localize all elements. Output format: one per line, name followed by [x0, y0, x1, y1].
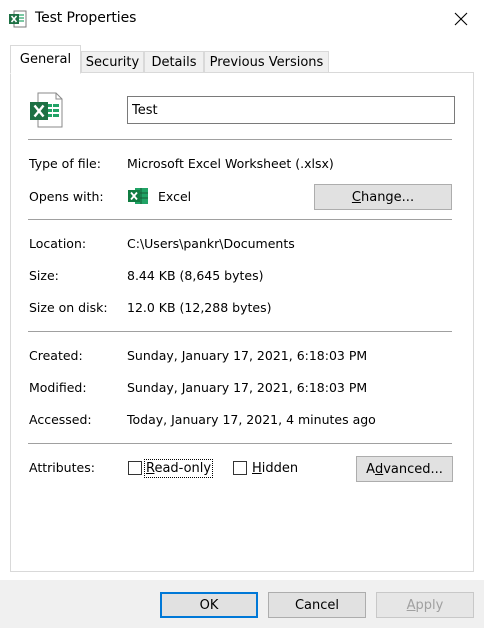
- read-only-label[interactable]: Read-only: [143, 459, 214, 478]
- read-only-text: ead-only: [154, 461, 212, 476]
- change-label: hange...: [360, 189, 415, 205]
- hidden-mnemonic: H: [252, 461, 262, 476]
- separator: [28, 139, 452, 140]
- attributes-label: Attributes:: [29, 460, 95, 475]
- ok-button[interactable]: OK: [160, 592, 258, 618]
- hidden-text: idden: [261, 461, 299, 476]
- file-name-input[interactable]: [127, 96, 455, 124]
- apply-button[interactable]: Apply: [376, 592, 474, 618]
- general-panel: [10, 72, 474, 572]
- hidden-checkbox[interactable]: [233, 461, 247, 475]
- tab-previous-versions[interactable]: Previous Versions: [204, 51, 329, 72]
- advanced-button[interactable]: Ad vanced...: [356, 456, 453, 482]
- modified-value: Sunday, January 17, 2021, 6:18:03 PM: [127, 380, 368, 395]
- advanced-a: A: [366, 461, 375, 477]
- modified-label: Modified:: [29, 380, 87, 395]
- advanced-mnemonic: d: [374, 461, 384, 477]
- apply-mnemonic: A: [406, 597, 416, 613]
- size-label: Size:: [29, 268, 59, 283]
- size-on-disk-value: 12.0 KB (12,288 bytes): [127, 300, 272, 315]
- hidden-label[interactable]: Hidden: [252, 461, 298, 476]
- type-label: Type of file:: [29, 156, 101, 171]
- opens-with-app: Excel: [158, 189, 192, 204]
- close-icon: [454, 12, 468, 26]
- tab-details[interactable]: Details: [144, 51, 204, 72]
- accessed-value: Today, January 17, 2021, 4 minutes ago: [127, 412, 376, 427]
- separator: [28, 219, 452, 220]
- size-on-disk-label: Size on disk:: [29, 300, 108, 315]
- change-mnemonic: C: [351, 189, 361, 205]
- opens-with-label: Opens with:: [29, 189, 104, 204]
- advanced-text: vanced...: [383, 461, 443, 477]
- excel-icon: [128, 188, 148, 204]
- excel-icon: [9, 10, 27, 28]
- window-title: Test Properties: [35, 10, 137, 26]
- size-value: 8.44 KB (8,645 bytes): [127, 268, 264, 283]
- separator: [28, 331, 452, 332]
- created-label: Created:: [29, 348, 83, 363]
- location-label: Location:: [29, 236, 87, 251]
- created-value: Sunday, January 17, 2021, 6:18:03 PM: [127, 348, 368, 363]
- location-value: C:\Users\pankr\Documents: [127, 236, 295, 251]
- tab-general[interactable]: General: [10, 45, 81, 74]
- type-value: Microsoft Excel Worksheet (.xlsx): [127, 156, 334, 171]
- apply-label: pply: [415, 597, 444, 613]
- excel-file-icon: [30, 92, 63, 128]
- cancel-button[interactable]: Cancel: [268, 592, 366, 618]
- tab-security[interactable]: Security: [81, 51, 144, 72]
- close-button[interactable]: [438, 0, 484, 38]
- accessed-label: Accessed:: [29, 412, 92, 427]
- separator: [28, 443, 452, 444]
- title-bar: Test Properties: [0, 0, 484, 38]
- read-only-checkbox[interactable]: [128, 461, 142, 475]
- change-button[interactable]: Change...: [314, 184, 452, 210]
